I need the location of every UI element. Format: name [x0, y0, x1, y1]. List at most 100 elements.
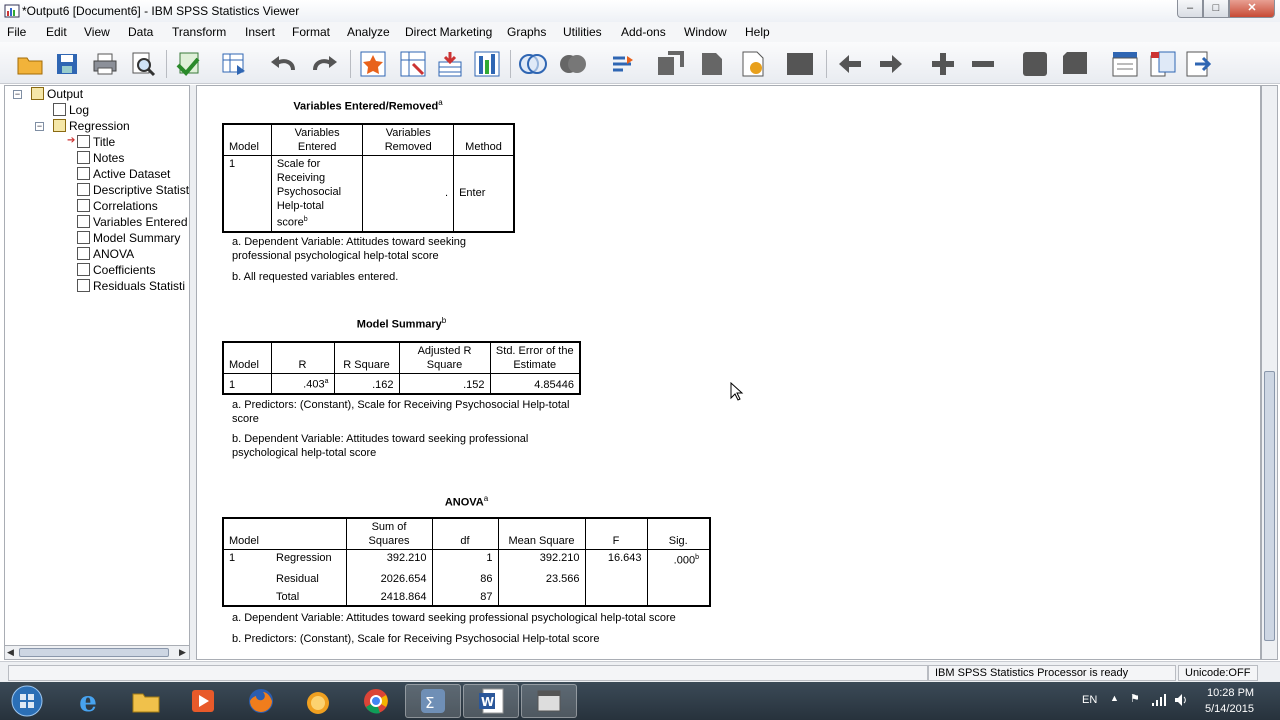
show-all-variables-icon[interactable]	[558, 49, 588, 79]
content-vertical-scrollbar[interactable]	[1261, 85, 1278, 660]
menu-direct-marketing[interactable]: Direct Marketing	[405, 25, 492, 39]
collapse-icon[interactable]	[968, 49, 998, 79]
model-summary-title: Model Summaryb	[356, 316, 447, 331]
collapse-output-icon[interactable]: −	[13, 90, 22, 99]
menu-view[interactable]: View	[84, 25, 110, 39]
export-icon[interactable]	[173, 49, 203, 79]
spss-taskbar-icon[interactable]: Σ	[405, 684, 461, 718]
show-hidden-icons-icon[interactable]: ▲	[1110, 693, 1119, 703]
menu-utilities[interactable]: Utilities	[563, 25, 602, 39]
chrome-icon[interactable]	[348, 684, 404, 718]
start-button[interactable]	[2, 684, 52, 718]
language-indicator[interactable]: EN	[1082, 694, 1097, 706]
tree-item-notes[interactable]: Notes	[77, 151, 124, 167]
action-center-flag-icon[interactable]: ⚑	[1130, 692, 1140, 705]
tree-item-title[interactable]: Title	[77, 135, 115, 151]
undo-icon[interactable]	[268, 49, 298, 79]
clock-date[interactable]: 5/14/2015	[1205, 703, 1254, 715]
tree-item-coefficients[interactable]: Coefficients	[77, 263, 155, 279]
variables-entered-table[interactable]: Model Variables Entered Variables Remove…	[222, 123, 515, 233]
tree-item-descriptive-statistics[interactable]: Descriptive Statist	[77, 183, 189, 199]
use-sets-icon[interactable]	[518, 49, 548, 79]
tree-item-correlations[interactable]: Correlations	[77, 199, 158, 215]
menu-file[interactable]: File	[7, 25, 26, 39]
current-item-arrow-icon: ➔	[67, 135, 76, 146]
insert-heading-icon[interactable]	[785, 49, 815, 79]
menu-graphs[interactable]: Graphs	[507, 25, 546, 39]
table-page-icon	[77, 247, 90, 261]
designate-window-icon[interactable]	[1110, 49, 1140, 79]
tree-item-active-dataset[interactable]: Active Dataset	[77, 167, 170, 183]
tree-item-variables-entered[interactable]: Variables Entered	[77, 215, 188, 231]
file-explorer-icon[interactable]	[118, 684, 174, 718]
word-icon[interactable]: W	[463, 684, 519, 718]
output-content-pane[interactable]: Variables Entered/Removeda Model Variabl…	[196, 85, 1261, 660]
app-orange-icon[interactable]	[290, 684, 346, 718]
save-icon[interactable]	[52, 49, 82, 79]
show-icon[interactable]	[1020, 49, 1050, 79]
forward-arrow-icon[interactable]	[876, 49, 906, 79]
menu-transform[interactable]: Transform	[172, 25, 226, 39]
model-summary-note-b: b. Dependent Variable: Attitudes toward …	[232, 433, 529, 459]
tree-item-residuals-statistics[interactable]: Residuals Statisti	[77, 279, 185, 295]
promote-icon[interactable]	[655, 49, 685, 79]
goto-variable-icon[interactable]	[398, 49, 428, 79]
tree-item-anova[interactable]: ANOVA	[77, 247, 134, 263]
dataset-page-icon	[77, 167, 90, 181]
back-arrow-icon[interactable]	[835, 49, 865, 79]
clock-time[interactable]: 10:28 PM	[1207, 687, 1254, 699]
tree-item-output[interactable]: Output	[31, 87, 83, 103]
menu-format[interactable]: Format	[292, 25, 330, 39]
model-summary-table[interactable]: Model R R Square Adjusted R Square Std. …	[222, 341, 581, 395]
anova-title: ANOVAa	[444, 494, 489, 509]
menu-analyze[interactable]: Analyze	[347, 25, 390, 39]
internet-explorer-icon[interactable]: e	[60, 684, 116, 718]
insert-cases-icon[interactable]	[435, 49, 465, 79]
insert-script-icon[interactable]	[738, 49, 768, 79]
scroll-right-icon[interactable]: ▶	[179, 647, 186, 658]
menu-edit[interactable]: Edit	[46, 25, 67, 39]
open-folder-icon[interactable]	[15, 49, 45, 79]
variables-icon[interactable]	[472, 49, 502, 79]
send-output-icon[interactable]	[1184, 49, 1214, 79]
media-player-icon[interactable]	[175, 684, 231, 718]
spelling-icon[interactable]	[608, 49, 638, 79]
table-page-icon	[77, 183, 90, 197]
menu-add-ons[interactable]: Add-ons	[621, 25, 666, 39]
tree-item-model-summary[interactable]: Model Summary	[77, 231, 180, 247]
network-signal-icon[interactable]	[1152, 694, 1166, 706]
print-icon[interactable]	[90, 49, 120, 79]
minimize-button[interactable]: –	[1177, 0, 1203, 18]
anova-table[interactable]: Model Sum of Squares df Mean Square F Si…	[222, 517, 711, 607]
volume-icon[interactable]	[1174, 693, 1188, 707]
tree-horizontal-scrollbar[interactable]: ◀ ▶	[4, 645, 190, 660]
redo-icon[interactable]	[310, 49, 340, 79]
scroll-left-icon[interactable]: ◀	[7, 647, 14, 658]
menu-data[interactable]: Data	[128, 25, 153, 39]
goto-data-icon[interactable]	[220, 49, 250, 79]
outline-tree-pane[interactable]: − Output Log − Regression ➔ Title Notes …	[4, 85, 190, 660]
close-button[interactable]: ✕	[1229, 0, 1275, 18]
goto-case-icon[interactable]	[358, 49, 388, 79]
print-preview-icon[interactable]	[128, 49, 158, 79]
windows-taskbar: e Σ W EN ▲ ⚑ 10:28 PM 5/14/2015	[0, 682, 1280, 720]
col-variables-removed: Variables Removed	[362, 124, 455, 156]
hide-icon[interactable]	[1060, 49, 1090, 79]
table-page-icon	[77, 215, 90, 229]
menu-window[interactable]: Window	[684, 25, 727, 39]
collapse-regression-icon[interactable]: −	[35, 122, 44, 131]
demote-icon[interactable]	[697, 49, 727, 79]
menu-insert[interactable]: Insert	[245, 25, 275, 39]
table-row: 1 .403a .162 .152 4.85446	[223, 373, 580, 394]
window-app-icon[interactable]	[521, 684, 577, 718]
firefox-icon[interactable]	[233, 684, 289, 718]
menu-help[interactable]: Help	[745, 25, 770, 39]
expand-icon[interactable]	[928, 49, 958, 79]
tree-scroll-thumb[interactable]	[19, 648, 169, 657]
select-output-icon[interactable]	[1148, 49, 1178, 79]
tree-item-regression[interactable]: Regression	[53, 119, 130, 135]
content-scroll-thumb[interactable]	[1264, 371, 1275, 641]
tree-item-log[interactable]: Log	[53, 103, 89, 119]
col-model: Model	[223, 124, 272, 156]
maximize-button[interactable]: □	[1203, 0, 1229, 18]
